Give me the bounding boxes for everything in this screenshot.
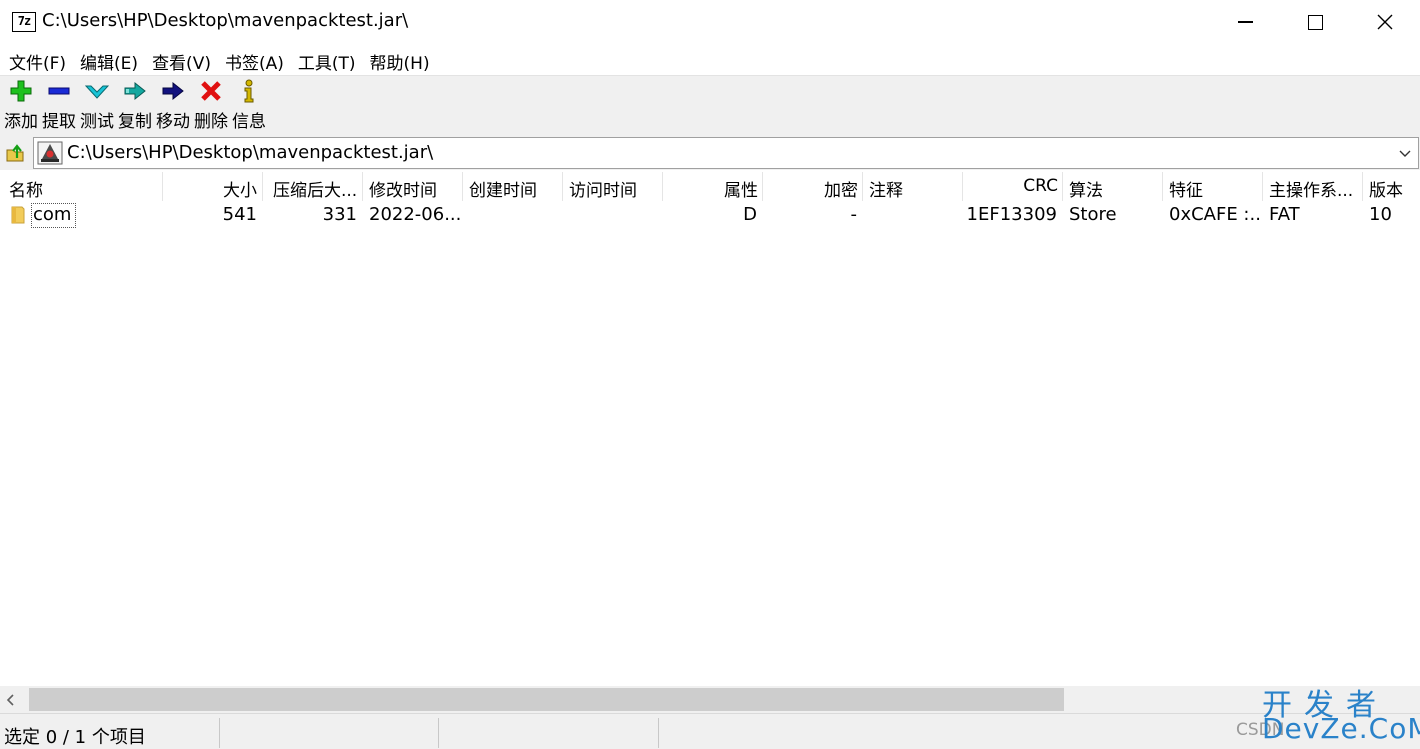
cell-characteristics: 0xCAFE :...: [1169, 204, 1261, 225]
cell-version: 10: [1369, 204, 1392, 225]
column-header-row: 名称 大小 压缩后大... 修改时间 创建时间 访问时间 属性 加密 注释 CR…: [0, 172, 1420, 201]
delete-icon: [201, 81, 221, 101]
close-button[interactable]: [1350, 0, 1420, 44]
address-path[interactable]: C:\Users\HP\Desktop\mavenpacktest.jar\: [67, 142, 433, 163]
app-7zip-icon: 7z: [12, 12, 36, 32]
selection-status: 选定 0 / 1 个项目: [4, 727, 146, 748]
test-icon: [85, 85, 109, 99]
status-divider: [438, 718, 439, 748]
column-divider[interactable]: [262, 172, 263, 201]
toolbar: 添加 提取 测试 复制 移动 删除 信息: [0, 75, 1420, 136]
cell-comment: [869, 201, 961, 229]
add-icon: [10, 80, 32, 102]
test-button[interactable]: 测试: [78, 76, 116, 136]
column-packed-size[interactable]: 压缩后大...: [273, 172, 361, 201]
copy-button[interactable]: 复制: [116, 76, 154, 136]
up-folder-icon: [6, 144, 24, 162]
extract-icon: [48, 87, 70, 95]
folder-icon: [10, 201, 30, 229]
delete-label: 删除: [194, 112, 228, 132]
column-divider[interactable]: [462, 172, 463, 201]
move-label: 移动: [156, 112, 190, 132]
cell-modified: 2022-06...: [369, 204, 461, 225]
copy-icon: [124, 81, 146, 101]
add-label: 添加: [4, 112, 38, 132]
delete-button[interactable]: 删除: [192, 76, 230, 136]
column-divider[interactable]: [362, 172, 363, 201]
title-bar: 7z C:\Users\HP\Desktop\mavenpacktest.jar…: [0, 0, 1420, 44]
column-divider[interactable]: [1062, 172, 1063, 201]
cell-name[interactable]: com: [33, 201, 153, 229]
column-accessed[interactable]: 访问时间: [569, 172, 661, 201]
cell-crc: 1EF13309: [966, 204, 1057, 225]
maximize-button[interactable]: [1280, 0, 1350, 44]
up-folder-button[interactable]: [4, 142, 26, 164]
column-divider[interactable]: [1362, 172, 1363, 201]
window-title: C:\Users\HP\Desktop\mavenpacktest.jar\: [42, 10, 409, 31]
status-divider: [219, 718, 220, 748]
extract-button[interactable]: 提取: [40, 76, 78, 136]
move-button[interactable]: 移动: [154, 76, 192, 136]
cell-packed-size: 331: [322, 204, 357, 225]
status-bar: 选定 0 / 1 个项目: [0, 713, 1420, 749]
minimize-button[interactable]: [1210, 0, 1280, 44]
column-method[interactable]: 算法: [1069, 172, 1161, 201]
column-comment[interactable]: 注释: [869, 172, 961, 201]
status-divider: [658, 718, 659, 748]
column-size[interactable]: 大小: [163, 172, 257, 201]
cell-accessed: [569, 201, 661, 229]
maximize-icon: [1307, 14, 1323, 30]
jar-file-icon: [37, 141, 63, 165]
cell-size: 541: [222, 204, 257, 225]
column-characteristics[interactable]: 特征: [1169, 172, 1261, 201]
menu-bookmarks[interactable]: 书签(A): [218, 44, 291, 75]
menu-file[interactable]: 文件(F): [2, 44, 73, 75]
column-divider[interactable]: [562, 172, 563, 201]
info-icon: [244, 79, 254, 103]
cell-method: Store: [1069, 204, 1117, 225]
cell-encrypted: -: [850, 204, 858, 225]
cell-created: [469, 201, 561, 229]
close-icon: [1377, 14, 1393, 30]
list-item[interactable]: com 541 331 2022-06... D - 1EF13309 Stor…: [0, 201, 1420, 229]
column-name[interactable]: 名称: [9, 172, 159, 201]
menu-edit[interactable]: 编辑(E): [73, 44, 145, 75]
scroll-left-arrow-icon[interactable]: [4, 692, 18, 706]
menu-bar: 文件(F) 编辑(E) 查看(V) 书签(A) 工具(T) 帮助(H): [0, 44, 1420, 75]
column-divider[interactable]: [1162, 172, 1163, 201]
extract-label: 提取: [42, 112, 76, 132]
menu-view[interactable]: 查看(V): [145, 44, 218, 75]
info-button[interactable]: 信息: [230, 76, 268, 136]
address-combobox[interactable]: C:\Users\HP\Desktop\mavenpacktest.jar\: [33, 137, 1419, 169]
horizontal-scrollbar[interactable]: [0, 686, 1420, 713]
column-encrypted[interactable]: 加密: [763, 172, 858, 201]
address-row: C:\Users\HP\Desktop\mavenpacktest.jar\: [0, 136, 1420, 170]
test-label: 测试: [80, 112, 114, 132]
scrollbar-thumb[interactable]: [29, 688, 1064, 711]
cell-attributes: D: [743, 204, 757, 225]
menu-help[interactable]: 帮助(H): [363, 44, 437, 75]
column-divider[interactable]: [862, 172, 863, 201]
info-label: 信息: [232, 112, 266, 132]
add-button[interactable]: 添加: [2, 76, 40, 136]
chevron-down-icon[interactable]: [1398, 146, 1412, 160]
column-attributes[interactable]: 属性: [663, 172, 758, 201]
move-icon: [162, 81, 184, 101]
column-divider[interactable]: [1262, 172, 1263, 201]
column-crc[interactable]: CRC: [963, 172, 1058, 201]
minimize-icon: [1237, 21, 1253, 23]
column-version[interactable]: 版本: [1369, 172, 1419, 201]
copy-label: 复制: [118, 112, 152, 132]
column-host-os[interactable]: 主操作系...: [1269, 172, 1361, 201]
column-modified[interactable]: 修改时间: [369, 172, 461, 201]
menu-tools[interactable]: 工具(T): [291, 44, 363, 75]
cell-host-os: FAT: [1269, 204, 1300, 225]
watermark-devze: DevZe.CoM: [1262, 712, 1420, 745]
column-created[interactable]: 创建时间: [469, 172, 561, 201]
